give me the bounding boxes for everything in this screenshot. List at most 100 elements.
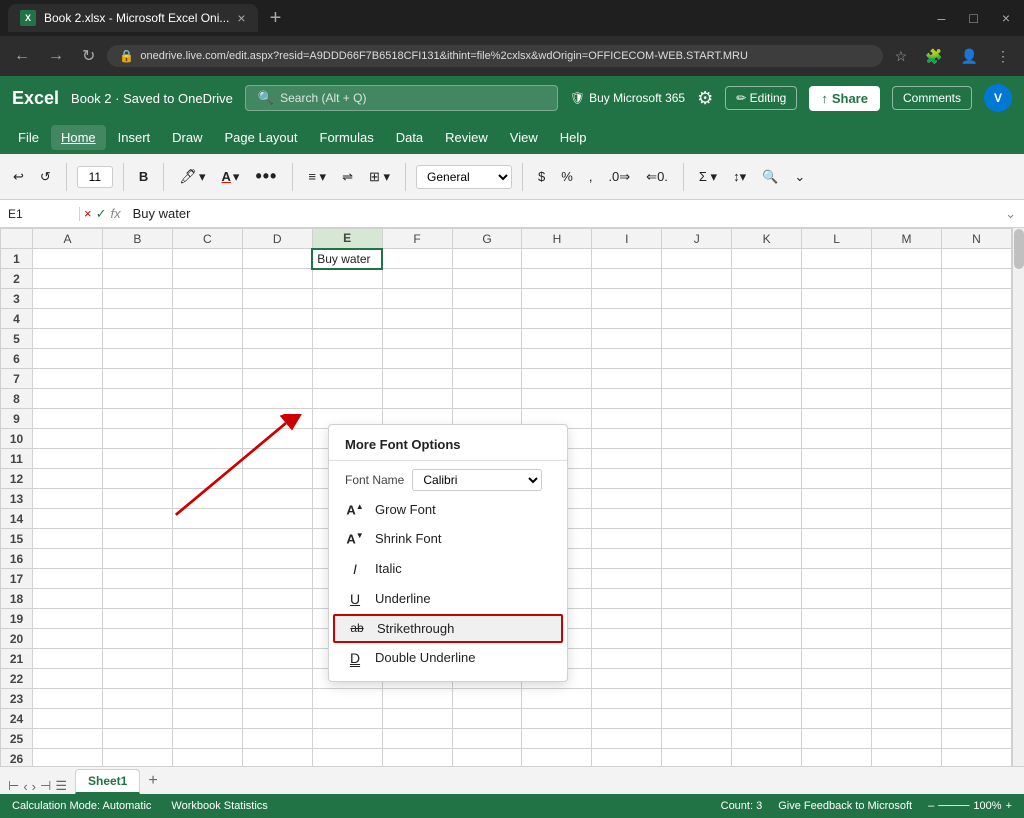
cell-B11[interactable]: [102, 449, 172, 469]
cell-M16[interactable]: [872, 549, 942, 569]
cell-N11[interactable]: [941, 449, 1011, 469]
cell-B7[interactable]: [102, 369, 172, 389]
cell-G3[interactable]: [452, 289, 522, 309]
cell-N22[interactable]: [941, 669, 1011, 689]
cell-C25[interactable]: [172, 729, 242, 749]
menu-file[interactable]: File: [8, 125, 49, 150]
cell-L6[interactable]: [802, 349, 872, 369]
cell-D18[interactable]: [242, 589, 312, 609]
col-header-j[interactable]: J: [662, 229, 732, 249]
cell-K15[interactable]: [732, 529, 802, 549]
cell-I19[interactable]: [592, 609, 662, 629]
cell-K9[interactable]: [732, 409, 802, 429]
cell-A5[interactable]: [33, 329, 103, 349]
cell-N3[interactable]: [941, 289, 1011, 309]
cell-H24[interactable]: [522, 709, 592, 729]
cell-A6[interactable]: [33, 349, 103, 369]
cell-B10[interactable]: [102, 429, 172, 449]
cell-D2[interactable]: [242, 269, 312, 289]
cell-M9[interactable]: [872, 409, 942, 429]
cell-A18[interactable]: [33, 589, 103, 609]
cell-J19[interactable]: [662, 609, 732, 629]
cell-L9[interactable]: [802, 409, 872, 429]
merge-button[interactable]: ⊞ ▾: [364, 166, 395, 188]
cell-C15[interactable]: [172, 529, 242, 549]
font-size-input[interactable]: [77, 166, 113, 188]
cell-I16[interactable]: [592, 549, 662, 569]
workbook-stats-button[interactable]: Workbook Statistics: [171, 800, 267, 812]
cell-M18[interactable]: [872, 589, 942, 609]
vertical-scrollbar[interactable]: [1012, 228, 1024, 766]
cell-K13[interactable]: [732, 489, 802, 509]
maximize-button[interactable]: □: [963, 8, 983, 28]
cell-N16[interactable]: [941, 549, 1011, 569]
cell-A9[interactable]: [33, 409, 103, 429]
cell-A4[interactable]: [33, 309, 103, 329]
cell-A19[interactable]: [33, 609, 103, 629]
fx-button[interactable]: fx: [111, 206, 121, 221]
cell-K11[interactable]: [732, 449, 802, 469]
cell-E2[interactable]: [312, 269, 382, 289]
cell-C6[interactable]: [172, 349, 242, 369]
cell-D26[interactable]: [242, 749, 312, 767]
nav-first-icon[interactable]: ⊢: [8, 778, 19, 794]
excel-filename[interactable]: Book 2 · Saved to OneDrive: [71, 91, 233, 106]
cell-K14[interactable]: [732, 509, 802, 529]
col-header-a[interactable]: A: [33, 229, 103, 249]
cell-J24[interactable]: [662, 709, 732, 729]
cell-I22[interactable]: [592, 669, 662, 689]
cell-K25[interactable]: [732, 729, 802, 749]
cancel-formula-button[interactable]: ×: [84, 206, 92, 221]
cell-N25[interactable]: [941, 729, 1011, 749]
cell-G23[interactable]: [452, 689, 522, 709]
col-header-m[interactable]: M: [872, 229, 942, 249]
cell-L20[interactable]: [802, 629, 872, 649]
cell-J14[interactable]: [662, 509, 732, 529]
cell-N10[interactable]: [941, 429, 1011, 449]
cell-H4[interactable]: [522, 309, 592, 329]
cell-C11[interactable]: [172, 449, 242, 469]
cell-I24[interactable]: [592, 709, 662, 729]
editing-button[interactable]: ✏ Editing: [725, 86, 797, 110]
cell-L19[interactable]: [802, 609, 872, 629]
sheet-tab-sheet1[interactable]: Sheet1: [75, 769, 140, 794]
cell-L18[interactable]: [802, 589, 872, 609]
cell-D23[interactable]: [242, 689, 312, 709]
share-button[interactable]: ↑ Share: [809, 86, 880, 111]
redo-button[interactable]: ↺: [35, 166, 56, 188]
cell-G4[interactable]: [452, 309, 522, 329]
cell-L13[interactable]: [802, 489, 872, 509]
cell-A25[interactable]: [33, 729, 103, 749]
cell-J26[interactable]: [662, 749, 732, 767]
cell-I20[interactable]: [592, 629, 662, 649]
cell-E1[interactable]: Buy water: [312, 249, 382, 269]
new-tab-button[interactable]: +: [266, 7, 286, 30]
cell-L11[interactable]: [802, 449, 872, 469]
cell-M4[interactable]: [872, 309, 942, 329]
cell-J4[interactable]: [662, 309, 732, 329]
cell-M12[interactable]: [872, 469, 942, 489]
cell-B12[interactable]: [102, 469, 172, 489]
cell-I10[interactable]: [592, 429, 662, 449]
cell-J13[interactable]: [662, 489, 732, 509]
cell-N12[interactable]: [941, 469, 1011, 489]
undo-button[interactable]: ↩: [8, 166, 29, 188]
cell-I18[interactable]: [592, 589, 662, 609]
col-header-k[interactable]: K: [732, 229, 802, 249]
col-header-i[interactable]: I: [592, 229, 662, 249]
cell-M14[interactable]: [872, 509, 942, 529]
cell-B15[interactable]: [102, 529, 172, 549]
cell-L14[interactable]: [802, 509, 872, 529]
extensions-icon[interactable]: 🧩: [919, 44, 948, 69]
add-sheet-button[interactable]: +: [140, 768, 165, 794]
cell-E5[interactable]: [312, 329, 382, 349]
cell-B24[interactable]: [102, 709, 172, 729]
cell-F2[interactable]: [382, 269, 452, 289]
cell-K16[interactable]: [732, 549, 802, 569]
cell-G8[interactable]: [452, 389, 522, 409]
cell-H2[interactable]: [522, 269, 592, 289]
cell-B6[interactable]: [102, 349, 172, 369]
cell-D22[interactable]: [242, 669, 312, 689]
cell-E3[interactable]: [312, 289, 382, 309]
star-icon[interactable]: ☆: [889, 44, 914, 69]
